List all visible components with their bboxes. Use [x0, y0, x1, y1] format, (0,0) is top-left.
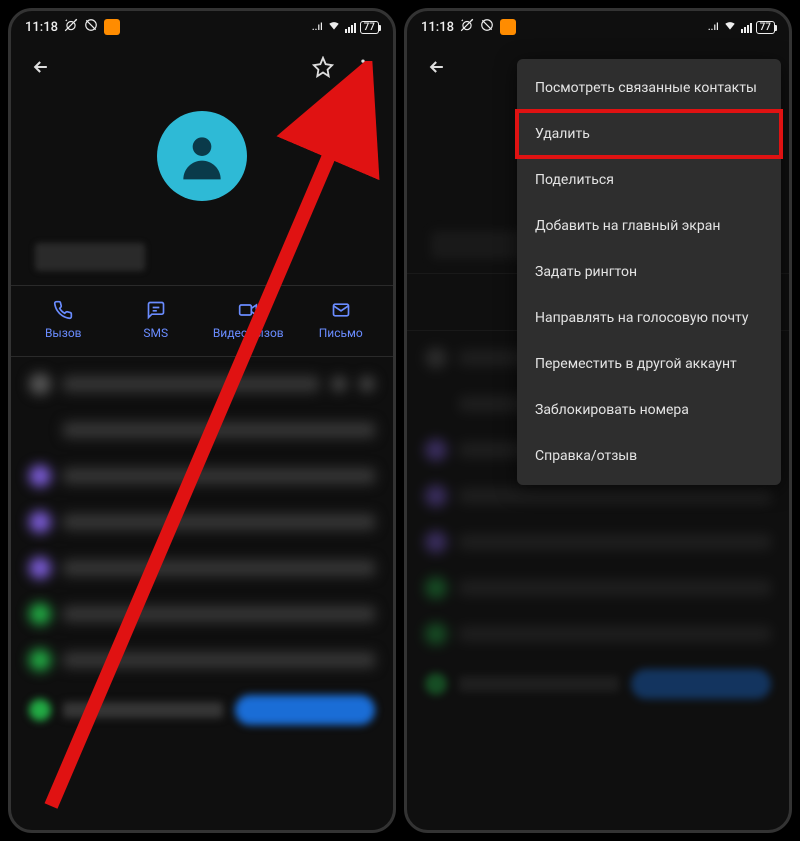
menu-delete[interactable]: Удалить [517, 111, 781, 157]
battery-indicator: 77 [360, 21, 379, 34]
wifi-icon [327, 18, 341, 36]
voice-icon: ..ıl [708, 22, 719, 33]
menu-move-account[interactable]: Переместить в другой аккаунт [517, 341, 781, 387]
context-menu: Посмотреть связанные контакты Удалить По… [517, 59, 781, 485]
favorite-button[interactable] [307, 51, 339, 83]
call-label: Вызов [45, 326, 82, 340]
alarm-icon [64, 18, 78, 36]
menu-share[interactable]: Поделиться [517, 157, 781, 203]
video-action[interactable]: Видеовызов [202, 300, 295, 340]
list-item[interactable] [11, 643, 393, 677]
list-item[interactable] [11, 367, 393, 401]
menu-view-linked[interactable]: Посмотреть связанные контакты [517, 65, 781, 111]
battery-indicator: 77 [756, 21, 775, 34]
back-button[interactable] [25, 51, 57, 83]
content-list [11, 357, 393, 830]
app-notification-icon [500, 19, 516, 35]
dnd-icon [84, 18, 98, 36]
list-item[interactable] [11, 459, 393, 493]
contact-avatar [157, 111, 247, 201]
menu-block[interactable]: Заблокировать номера [517, 387, 781, 433]
list-item[interactable] [11, 505, 393, 539]
status-time: 11:18 [421, 20, 454, 35]
menu-voicemail[interactable]: Направлять на голосовую почту [517, 295, 781, 341]
signal-icon [345, 21, 356, 33]
app-notification-icon [104, 19, 120, 35]
contact-name [35, 243, 145, 271]
back-button[interactable] [421, 51, 453, 83]
signal-icon [741, 21, 752, 33]
status-bar: 11:18 ..ıl 77 [11, 11, 393, 43]
app-bar [11, 43, 393, 91]
phone-right: 11:18 ..ıl 77 [404, 8, 792, 833]
alarm-icon [460, 18, 474, 36]
list-item[interactable] [11, 689, 393, 731]
more-button[interactable] [347, 51, 379, 83]
list-item[interactable] [11, 597, 393, 631]
menu-help[interactable]: Справка/отзыв [517, 433, 781, 479]
sms-action[interactable]: SMS [110, 300, 203, 340]
wifi-icon [723, 18, 737, 36]
voice-icon: ..ıl [312, 22, 323, 33]
status-time: 11:18 [25, 20, 58, 35]
phone-left: 11:18 ..ıl 77 [8, 8, 396, 833]
dnd-icon [480, 18, 494, 36]
list-item[interactable] [11, 413, 393, 447]
status-bar: 11:18 ..ıl 77 [407, 11, 789, 43]
avatar-area [11, 91, 393, 219]
list-item[interactable] [11, 551, 393, 585]
action-row: Вызов SMS Видеовызов Письмо [11, 286, 393, 356]
email-label: Письмо [319, 326, 363, 340]
sms-label: SMS [143, 326, 168, 340]
call-action[interactable]: Вызов [17, 300, 110, 340]
menu-set-ringtone[interactable]: Задать рингтон [517, 249, 781, 295]
video-label: Видеовызов [213, 326, 284, 340]
menu-add-home[interactable]: Добавить на главный экран [517, 203, 781, 249]
email-action[interactable]: Письмо [295, 300, 388, 340]
